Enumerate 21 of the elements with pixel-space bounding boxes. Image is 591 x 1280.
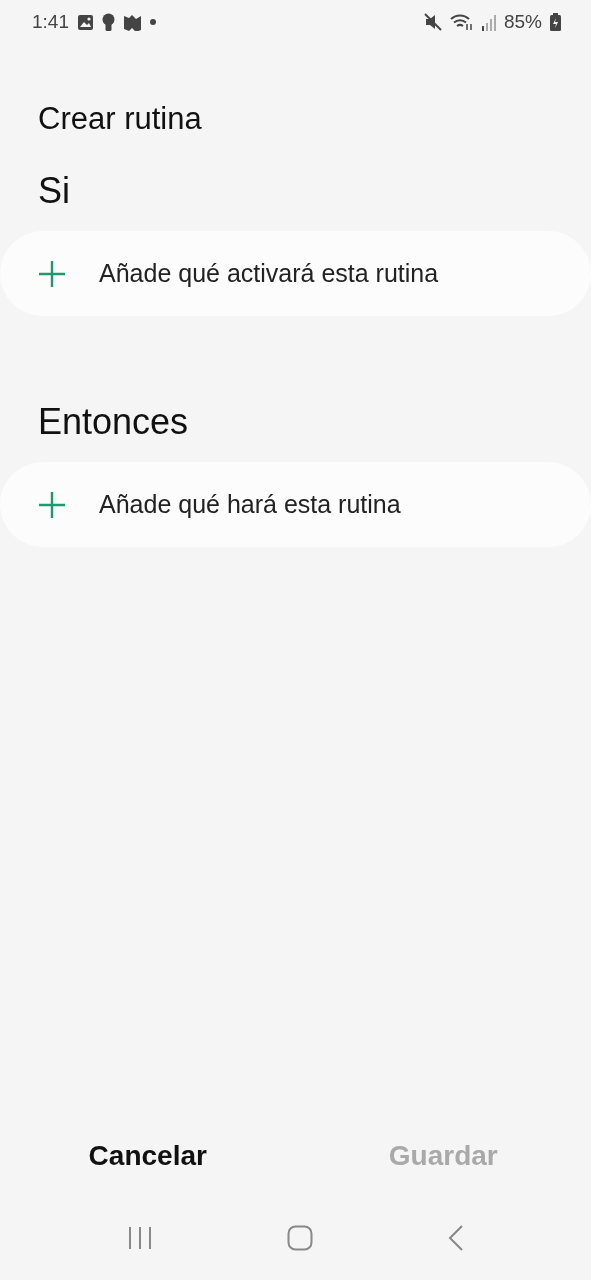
battery-icon [550, 13, 561, 31]
battery-level: 85% [503, 11, 542, 33]
clock: 1:41 [32, 11, 69, 33]
wifi-icon [449, 13, 474, 31]
image-icon [77, 13, 94, 31]
home-icon[interactable] [286, 1225, 313, 1251]
back-icon[interactable] [447, 1225, 464, 1251]
page-title: Crear rutina [38, 100, 203, 138]
add-item[interactable]: Añade qué activará esta rutina [0, 231, 591, 316]
plus-icon [38, 490, 66, 519]
bulb-icon [102, 12, 115, 32]
recents-icon[interactable] [127, 1226, 152, 1250]
mute-icon [423, 13, 442, 31]
map-icon [123, 13, 142, 31]
section-heading: Si [38, 169, 71, 213]
signal-icon [481, 13, 496, 31]
add-item[interactable]: Añade qué hará esta rutina [0, 462, 591, 547]
section-heading: Entonces [38, 400, 190, 444]
dot-icon [150, 19, 156, 25]
cancel-button[interactable]: Cancelar [0, 1139, 296, 1173]
plus-icon [38, 259, 66, 288]
